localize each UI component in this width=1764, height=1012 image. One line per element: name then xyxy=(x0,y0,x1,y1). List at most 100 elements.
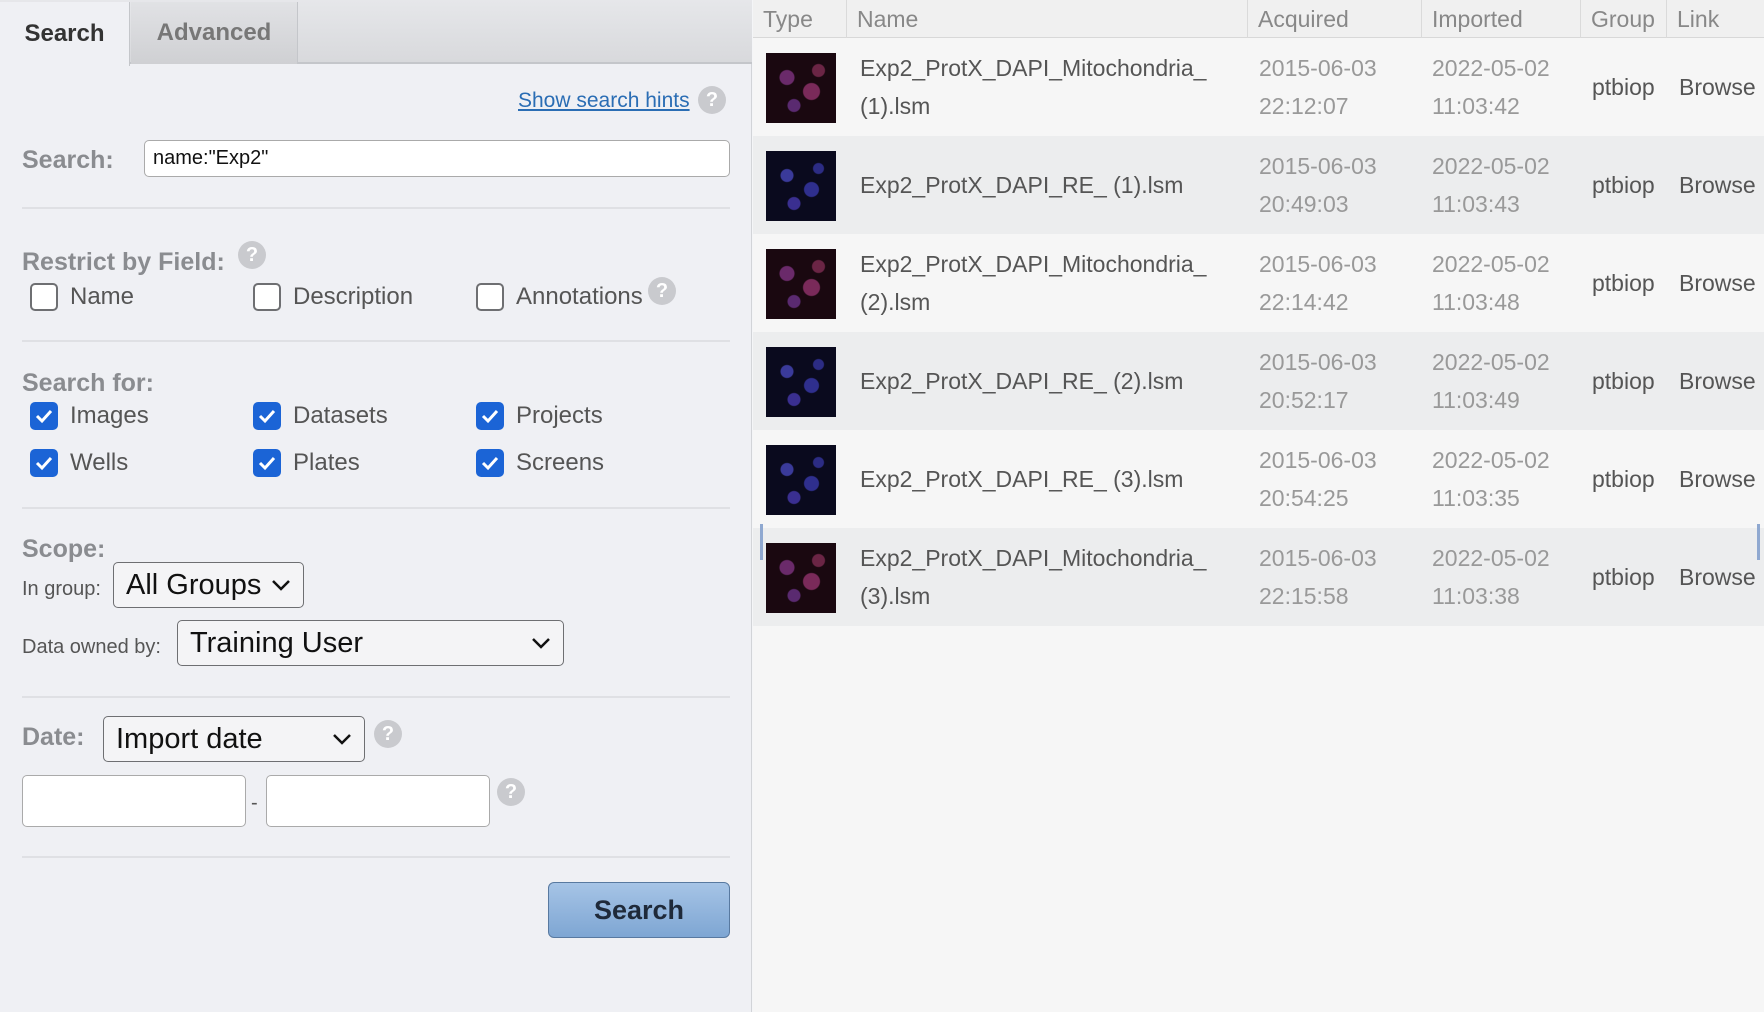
date-to-input[interactable] xyxy=(266,775,490,827)
image-thumbnail[interactable] xyxy=(766,543,836,613)
data-owned-by-label: Data owned by: xyxy=(22,636,161,658)
checkmark-icon[interactable] xyxy=(476,402,504,430)
divider xyxy=(22,207,730,209)
table-row[interactable]: Exp2_ProtX_DAPI_Mitochondria_ (1).lsm 201… xyxy=(753,38,1764,136)
column-header-imported[interactable]: Imported xyxy=(1422,0,1581,38)
cell-group: ptbiop xyxy=(1592,269,1655,296)
checkbox-datasets[interactable]: Datasets xyxy=(253,402,388,430)
table-row[interactable]: Exp2_ProtX_DAPI_RE_ (2).lsm 2015-06-03 20… xyxy=(753,332,1764,430)
cell-acquired: 2015-06-03 20:54:25 xyxy=(1259,447,1377,511)
column-header-group[interactable]: Group xyxy=(1581,0,1667,38)
cell-imported: 2022-05-02 11:03:42 xyxy=(1432,55,1550,119)
divider xyxy=(22,696,730,698)
checkmark-icon[interactable] xyxy=(476,449,504,477)
table-row[interactable]: Exp2_ProtX_DAPI_RE_ (1).lsm 2015-06-03 20… xyxy=(753,136,1764,234)
resize-handle-right[interactable] xyxy=(1757,524,1760,560)
cell-acquired: 2015-06-03 22:14:42 xyxy=(1259,251,1377,315)
divider xyxy=(22,856,730,858)
image-thumbnail[interactable] xyxy=(766,249,836,319)
cell-acquired: 2015-06-03 20:52:17 xyxy=(1259,349,1377,413)
browse-link[interactable]: Browse xyxy=(1679,38,1756,136)
date-from-input[interactable] xyxy=(22,775,246,827)
checkbox-label: Projects xyxy=(516,402,603,429)
browse-link[interactable]: Browse xyxy=(1679,136,1756,234)
search-button[interactable]: Search xyxy=(548,882,730,938)
group-select[interactable]: All Groups xyxy=(113,562,304,608)
checkbox-unchecked-icon[interactable] xyxy=(30,283,58,311)
tab-advanced[interactable]: Advanced xyxy=(131,2,298,64)
cell-imported: 2022-05-02 11:03:48 xyxy=(1432,251,1550,315)
checkbox-projects[interactable]: Projects xyxy=(476,402,603,430)
help-icon[interactable]: ? xyxy=(648,277,676,305)
date-label: Date: xyxy=(22,723,85,751)
in-group-label: In group: xyxy=(22,578,101,600)
checkbox-unchecked-icon[interactable] xyxy=(476,283,504,311)
divider xyxy=(22,340,730,342)
date-type-select[interactable]: Import date xyxy=(103,716,365,762)
date-separator: - xyxy=(251,792,258,814)
cell-group: ptbiop xyxy=(1592,73,1655,100)
checkbox-unchecked-icon[interactable] xyxy=(253,283,281,311)
checkmark-icon[interactable] xyxy=(30,402,58,430)
restrict-by-field-label: Restrict by Field: xyxy=(22,248,225,276)
help-icon[interactable]: ? xyxy=(238,241,266,269)
search-label: Search: xyxy=(22,146,114,174)
owner-select[interactable]: Training User xyxy=(177,620,564,666)
image-thumbnail[interactable] xyxy=(766,347,836,417)
cell-imported: 2022-05-02 11:03:35 xyxy=(1432,447,1550,511)
cell-group: ptbiop xyxy=(1592,563,1655,590)
cell-name: Exp2_ProtX_DAPI_Mitochondria_ (1).lsm xyxy=(860,55,1207,119)
tab-search[interactable]: Search xyxy=(0,2,130,66)
chevron-down-icon xyxy=(333,734,351,745)
browse-link[interactable]: Browse xyxy=(1679,430,1756,528)
search-input[interactable] xyxy=(144,140,730,177)
cell-imported: 2022-05-02 11:03:49 xyxy=(1432,349,1550,413)
browse-link[interactable]: Browse xyxy=(1679,528,1756,626)
help-icon[interactable]: ? xyxy=(374,720,402,748)
results-header: Type Name Acquired Imported Group Link xyxy=(753,0,1764,38)
checkbox-label: Description xyxy=(293,283,414,310)
image-thumbnail[interactable] xyxy=(766,53,836,123)
show-search-hints-link[interactable]: Show search hints xyxy=(518,89,690,113)
help-icon[interactable]: ? xyxy=(698,86,726,114)
date-type-value: Import date xyxy=(116,722,263,755)
checkbox-annotations[interactable]: Annotations xyxy=(476,283,643,311)
cell-name: Exp2_ProtX_DAPI_Mitochondria_ (2).lsm xyxy=(860,251,1207,315)
column-header-link[interactable]: Link xyxy=(1667,0,1764,38)
image-thumbnail[interactable] xyxy=(766,445,836,515)
cell-acquired: 2015-06-03 22:15:58 xyxy=(1259,545,1377,609)
column-header-acquired[interactable]: Acquired xyxy=(1248,0,1422,38)
browse-link[interactable]: Browse xyxy=(1679,234,1756,332)
cell-name: Exp2_ProtX_DAPI_RE_ (2).lsm xyxy=(860,368,1184,394)
table-row[interactable]: Exp2_ProtX_DAPI_Mitochondria_ (3).lsm 201… xyxy=(753,528,1764,626)
help-icon[interactable]: ? xyxy=(497,778,525,806)
checkmark-icon[interactable] xyxy=(30,449,58,477)
cell-imported: 2022-05-02 11:03:43 xyxy=(1432,153,1550,217)
image-thumbnail[interactable] xyxy=(766,151,836,221)
table-row[interactable]: Exp2_ProtX_DAPI_Mitochondria_ (2).lsm 201… xyxy=(753,234,1764,332)
checkbox-label: Datasets xyxy=(293,402,388,429)
cell-acquired: 2015-06-03 20:49:03 xyxy=(1259,153,1377,217)
cell-name: Exp2_ProtX_DAPI_Mitochondria_ (3).lsm xyxy=(860,545,1207,609)
checkmark-icon[interactable] xyxy=(253,402,281,430)
checkbox-wells[interactable]: Wells xyxy=(30,449,128,477)
table-row[interactable]: Exp2_ProtX_DAPI_RE_ (3).lsm 2015-06-03 20… xyxy=(753,430,1764,528)
checkmark-icon[interactable] xyxy=(253,449,281,477)
browse-link[interactable]: Browse xyxy=(1679,332,1756,430)
checkbox-label: Images xyxy=(70,402,149,429)
checkbox-screens[interactable]: Screens xyxy=(476,449,604,477)
chevron-down-icon xyxy=(532,638,550,649)
checkbox-images[interactable]: Images xyxy=(30,402,149,430)
cell-group: ptbiop xyxy=(1592,465,1655,492)
cell-imported: 2022-05-02 11:03:38 xyxy=(1432,545,1550,609)
checkbox-plates[interactable]: Plates xyxy=(253,449,360,477)
checkbox-name[interactable]: Name xyxy=(30,283,134,311)
search-panel: Search Advanced Show search hints ? Sear… xyxy=(0,0,752,1012)
owner-select-value: Training User xyxy=(190,626,363,659)
column-header-type[interactable]: Type xyxy=(753,0,847,38)
checkbox-description[interactable]: Description xyxy=(253,283,413,311)
group-select-value: All Groups xyxy=(126,568,262,601)
column-header-name[interactable]: Name xyxy=(847,0,1248,38)
resize-handle-left[interactable] xyxy=(760,524,763,560)
cell-acquired: 2015-06-03 22:12:07 xyxy=(1259,55,1377,119)
